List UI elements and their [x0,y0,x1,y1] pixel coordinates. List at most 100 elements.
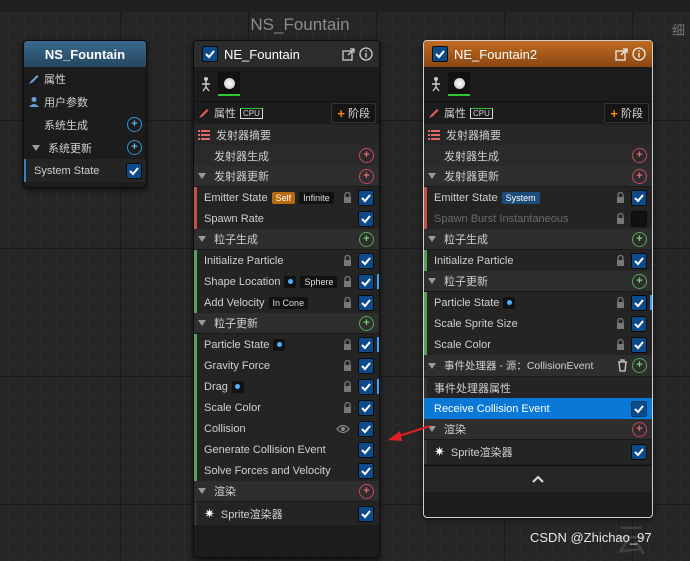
collapse-arrow-icon[interactable] [198,488,206,494]
emitter-node-2[interactable]: NE_Fountain2 属性 CPU + 阶段 发射器摘要 发射器生成 + 发射… [423,40,653,518]
add-system-update-icon[interactable]: + [127,140,142,155]
emitter1-emitter-state-row[interactable]: Emitter State Self Infinite [194,187,379,208]
add-emitter-spawn-icon[interactable]: + [632,148,647,163]
collapse-arrow-icon[interactable] [428,173,436,179]
emitter2-particle-state-row[interactable]: Particle State [424,292,652,313]
collapse-arrow-icon[interactable] [198,173,206,179]
emitter2-sprite-renderer-row[interactable]: ✷ Sprite渲染器 [424,440,652,464]
emitter1-props-row[interactable]: 属性 CPU + 阶段 [194,102,379,124]
emitter2-summary-row[interactable]: 发射器摘要 [424,124,652,145]
emitter2-update-row[interactable]: 发射器更新 + [424,166,652,187]
lock-icon[interactable] [343,297,352,308]
collapse-arrow-icon[interactable] [428,362,436,369]
system-state-checkbox[interactable] [126,162,142,179]
sprite-renderer-checkbox[interactable] [631,444,647,460]
add-particle-update-icon[interactable]: + [632,273,647,289]
scale-color-checkbox[interactable] [631,336,647,353]
solve-forces-checkbox[interactable] [358,462,374,479]
lock-icon[interactable] [616,255,625,266]
open-asset-icon[interactable] [342,47,355,61]
emitter2-props-row[interactable]: 属性 CPU + 阶段 [424,102,652,124]
gravity-force-row[interactable]: Gravity Force [194,355,379,376]
lock-icon[interactable] [616,192,625,203]
initialize-particle-checkbox[interactable] [358,252,374,269]
scale-color-row[interactable]: Scale Color [194,397,379,418]
emitter2-header[interactable]: NE_Fountain2 [424,41,652,67]
scale-color-checkbox[interactable] [358,399,374,416]
solve-forces-row[interactable]: Solve Forces and Velocity [194,460,379,481]
emitter2-particle-spawn-row[interactable]: 粒子生成 + [424,229,652,250]
system-update-row[interactable]: 系统更新 + [24,136,146,159]
lock-icon[interactable] [343,192,352,203]
event-props-row[interactable]: 事件处理器属性 [424,377,652,398]
trash-icon[interactable] [617,359,628,372]
collapse-arrow-icon[interactable] [198,320,206,326]
add-emitter-spawn-icon[interactable]: + [359,148,374,163]
add-particle-update-icon[interactable]: + [359,315,374,331]
collision-row[interactable]: Collision [194,418,379,439]
initialize-particle-checkbox[interactable] [631,252,647,269]
system-node-header[interactable]: NS_Fountain [24,41,146,67]
system-node[interactable]: NS_Fountain 属性 用户参数 系统生成 + 系统更新 + System… [23,40,147,188]
add-velocity-row[interactable]: Add Velocity In Cone [194,292,379,313]
particle-state-checkbox[interactable] [358,336,374,353]
emitter-state-checkbox[interactable] [631,189,647,206]
collapse-node-button[interactable] [424,465,652,492]
sprite-renderer-row[interactable]: ✷ Sprite渲染器 [194,502,379,525]
particle-state-checkbox[interactable] [631,294,647,311]
lock-icon[interactable] [616,318,625,329]
lock-icon[interactable] [616,339,625,350]
emitter-properties-icon[interactable] [430,76,442,92]
generate-collision-event-row[interactable]: Generate Collision Event [194,439,379,460]
collapse-arrow-icon[interactable] [428,236,436,242]
initialize-particle-row[interactable]: Initialize Particle [194,250,379,271]
emitter1-particle-update-row[interactable]: 粒子更新 + [194,313,379,334]
add-renderer-icon[interactable]: + [632,421,647,437]
lock-icon[interactable] [343,255,352,266]
emitter1-render-row[interactable]: 渲染 + [194,481,379,502]
collapse-arrow-icon[interactable] [428,278,436,284]
scale-sprite-size-checkbox[interactable] [631,315,647,332]
drag-row[interactable]: Drag [194,376,379,397]
emitter-node-1[interactable]: NE_Fountain 属性 CPU + 阶段 发射器摘要 发射器生成 + 发射器… [193,40,380,558]
spawn-rate-checkbox[interactable] [358,210,374,227]
add-event-module-icon[interactable]: + [632,358,647,373]
system-props-row[interactable]: 属性 [24,67,146,90]
spawn-burst-row[interactable]: Spawn Burst Instantaneous [424,208,652,229]
add-renderer-icon[interactable]: + [359,483,374,499]
add-particle-spawn-icon[interactable]: + [632,231,647,247]
receive-collision-event-row[interactable]: Receive Collision Event [424,398,652,419]
emitter2-enable-checkbox[interactable] [432,46,448,62]
system-spawn-row[interactable]: 系统生成 + [24,113,146,136]
particle-state-row[interactable]: Particle State [194,334,379,355]
emitter1-spawn-row[interactable]: 发射器生成 + [194,145,379,166]
scale-sprite-size-row[interactable]: Scale Sprite Size [424,313,652,334]
add-emitter-update-icon[interactable]: + [359,168,374,184]
emitter2-scale-color-row[interactable]: Scale Color [424,334,652,355]
info-icon[interactable] [359,47,373,61]
lock-icon[interactable] [343,276,352,287]
emitter2-spawn-row[interactable]: 发射器生成 + [424,145,652,166]
eye-icon[interactable] [336,424,350,434]
lock-icon[interactable] [343,339,352,350]
emitter2-thumbnail[interactable] [448,72,470,96]
add-stage-button[interactable]: + 阶段 [331,103,376,123]
emitter-state-checkbox[interactable] [358,189,374,206]
lock-icon[interactable] [616,213,625,224]
add-particle-spawn-icon[interactable]: + [359,231,374,247]
emitter1-enable-checkbox[interactable] [202,46,218,62]
gravity-force-checkbox[interactable] [358,357,374,374]
shape-location-row[interactable]: Shape Location Sphere [194,271,379,292]
info-icon[interactable] [632,47,646,61]
emitter1-particle-spawn-row[interactable]: 粒子生成 + [194,229,379,250]
collapse-arrow-icon[interactable] [32,144,40,151]
sprite-renderer-checkbox[interactable] [358,505,374,522]
emitter2-particle-update-row[interactable]: 粒子更新 + [424,271,652,292]
emitter1-thumbnail[interactable] [218,72,240,96]
shape-location-checkbox[interactable] [358,273,374,290]
emitter2-initialize-particle-row[interactable]: Initialize Particle [424,250,652,271]
emitter2-emitter-state-row[interactable]: Emitter State System [424,187,652,208]
event-handler-row[interactable]: 事件处理器 - 源：CollisionEvent + [424,355,652,377]
lock-icon[interactable] [616,297,625,308]
add-system-spawn-icon[interactable]: + [127,117,142,132]
